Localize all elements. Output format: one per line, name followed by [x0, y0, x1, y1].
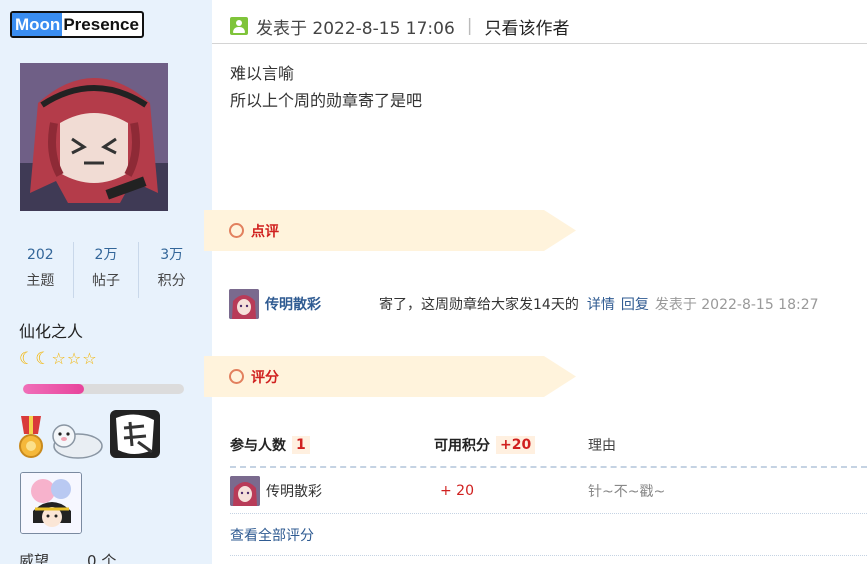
character-medal-art — [21, 473, 81, 533]
content-line: 所以上个周的勋章寄了是吧 — [230, 91, 423, 110]
points-column: 可用积分 +20 — [434, 435, 588, 455]
seal-medal-icon[interactable] — [48, 416, 104, 460]
rater-avatar-art — [230, 475, 260, 506]
avatar-image — [20, 63, 168, 211]
medal-ribbon-icon[interactable] — [18, 416, 44, 460]
star-icon: ☆ — [66, 349, 82, 368]
post-time: 发表于 2022-8-15 17:06 — [256, 18, 455, 39]
stat-value: 202 — [26, 247, 54, 263]
character-medal-icon[interactable] — [20, 472, 82, 534]
comment-reply-link[interactable]: 回复 — [621, 294, 649, 314]
post-header: 发表于 2022-8-15 17:06 | 只看该作者 — [230, 12, 570, 40]
commenter-avatar-art — [229, 289, 259, 319]
online-user-icon — [230, 17, 248, 35]
table-row: 传明散彩 + 20 针~不~戳~ — [230, 468, 867, 514]
username-link[interactable]: Moon Presence — [10, 11, 144, 38]
moon-icon: ☾ — [19, 349, 35, 369]
circle-icon — [229, 369, 244, 384]
level-progress-fill — [23, 384, 85, 394]
rating-table: 参与人数 1 可用积分 +20 理由 传明散彩 + 20 针~不~戳~ 查看全部… — [230, 424, 867, 556]
comment-item: 传明散彩 寄了，这周勋章给大家发14天的 详情 回复 发表于 2022-8-15… — [229, 288, 819, 320]
prestige-row: 威望 0 个 — [19, 550, 116, 564]
rater-name[interactable]: 传明散彩 — [266, 481, 322, 501]
stat-label: 积分 — [157, 273, 186, 289]
calligraphy-medal-icon[interactable] — [108, 408, 162, 460]
level-progress-bar — [23, 384, 184, 394]
content-line: 难以言喻 — [230, 64, 295, 83]
header-separator: | — [466, 16, 473, 36]
stat-threads[interactable]: 202 主题 — [8, 242, 74, 298]
user-avatar[interactable] — [20, 63, 168, 211]
rank-title[interactable]: 仙化之人 — [19, 318, 83, 342]
rating-title: 评分 — [251, 369, 279, 386]
medals — [18, 408, 162, 460]
rank-stars: ☾ ☾ ☆ ☆ ☆ — [19, 349, 97, 369]
stat-value: 2万 — [94, 247, 118, 263]
comment-text: 寄了，这周勋章给大家发14天的 — [379, 297, 579, 313]
header-divider — [212, 43, 867, 44]
stat-label: 主题 — [26, 273, 55, 289]
comment-detail-link[interactable]: 详情 — [587, 294, 615, 314]
rating-ribbon: 评分 — [204, 356, 576, 397]
rating-table-header: 参与人数 1 可用积分 +20 理由 — [230, 424, 867, 468]
circle-icon — [229, 223, 244, 238]
reason-label: 理由 — [588, 438, 616, 454]
username-part1: Moon — [12, 13, 63, 36]
stat-posts[interactable]: 2万 帖子 — [74, 242, 140, 298]
comment-time: 发表于 2022-8-15 18:27 — [654, 297, 819, 313]
rater-avatar[interactable] — [230, 475, 260, 506]
username-part2: Presence — [63, 15, 139, 34]
rating-points: + 20 — [440, 482, 474, 499]
participants-label: 参与人数 — [230, 438, 286, 454]
stat-label: 帖子 — [92, 273, 120, 289]
post-main: 发表于 2022-8-15 17:06 | 只看该作者 难以言喻 所以上个周的勋… — [204, 0, 867, 564]
star-icon: ☆ — [82, 349, 97, 368]
comments-ribbon: 点评 — [204, 210, 576, 251]
post-content: 难以言喻 所以上个周的勋章寄了是吧 — [230, 60, 422, 114]
commenter-avatar[interactable] — [229, 289, 259, 319]
participants-count: 1 — [292, 436, 310, 454]
stat-value: 3万 — [160, 247, 184, 263]
user-stats: 202 主题 2万 帖子 3万 积分 — [8, 242, 204, 298]
comments-title: 点评 — [251, 223, 279, 240]
points-total: +20 — [496, 436, 536, 454]
rater-cell: 传明散彩 — [230, 475, 434, 506]
rating-reason: 针~不~戳~ — [588, 483, 666, 500]
only-author-link[interactable]: 只看该作者 — [485, 14, 570, 39]
star-icon: ☆ — [51, 349, 66, 368]
prestige-label: 威望 — [19, 552, 50, 564]
view-all-ratings-link[interactable]: 查看全部评分 — [230, 514, 867, 556]
points-label: 可用积分 — [434, 438, 490, 454]
commenter-name[interactable]: 传明散彩 — [265, 294, 379, 314]
user-sidebar: Moon Presence 202 主题 2万 帖子 3万 积分 仙化之人 ☾ … — [0, 0, 212, 564]
participants-column: 参与人数 1 — [230, 435, 434, 455]
prestige-value: 0 个 — [87, 552, 117, 564]
stat-points[interactable]: 3万 积分 — [139, 242, 204, 298]
moon-icon: ☾ — [35, 349, 51, 369]
